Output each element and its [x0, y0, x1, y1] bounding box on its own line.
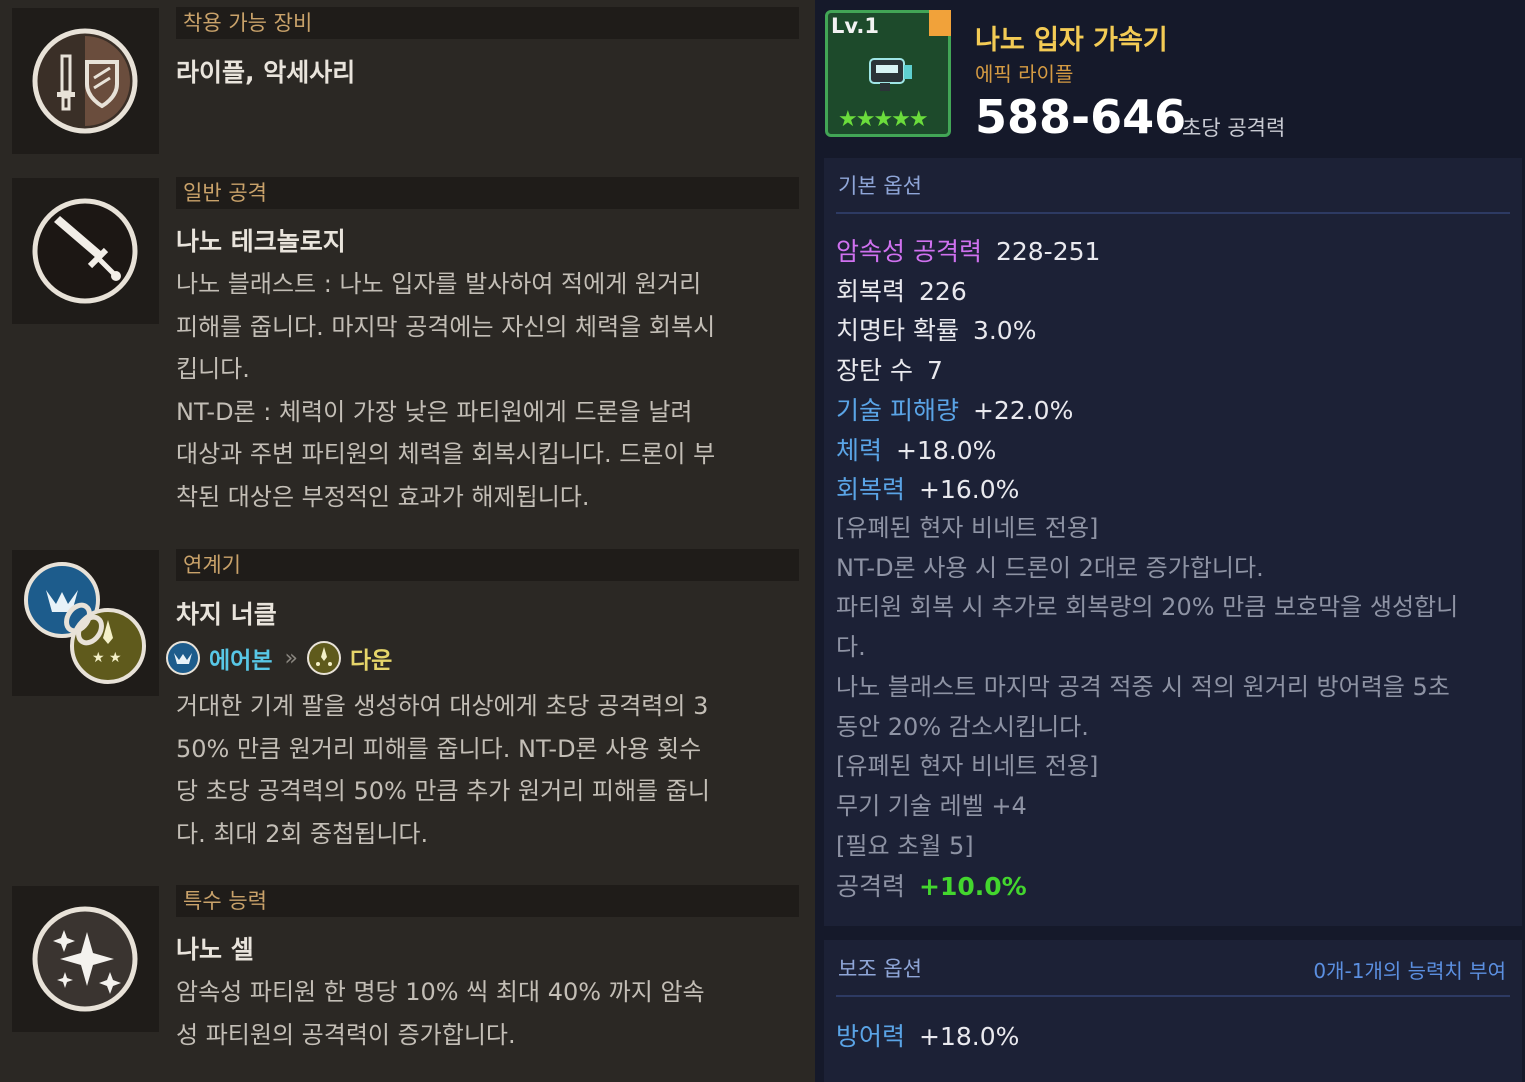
star-rating: ★★★★★: [838, 107, 929, 132]
stat-row: 장탄 수 7: [836, 351, 943, 387]
desc-line: 당 초당 공격력의 50% 만큼 추가 원거리 피해를 줍니: [176, 777, 710, 805]
desc-line: 암속성 파티원 한 명당 10% 씩 최대 40% 까지 암속: [176, 978, 705, 1006]
sparkle-icon: [32, 906, 138, 1012]
note-line: 동안 20% 감소시킵니다.: [836, 712, 1089, 741]
divider: [836, 212, 1510, 214]
desc-line: 성 파티원의 공격력이 증가합니다.: [176, 1020, 516, 1049]
normal-attack-description: 나노 블래스트 : 나노 입자를 발사하여 적에게 원거리 피해를 줍니다. 마…: [176, 263, 776, 518]
chain-description: 거대한 기계 팔을 생성하여 대상에게 초당 공격력의 3 50% 만큼 원거리…: [176, 685, 776, 855]
stat-value: +10.0%: [919, 872, 1027, 901]
stat-key: 회복력: [836, 276, 906, 306]
desc-line: 50% 만큼 원거리 피해를 줍니다. NT-D론 사용 횟수: [176, 734, 702, 763]
normal-attack-icon-box: [12, 178, 159, 324]
equip-header: 착용 가능 장비: [176, 7, 799, 39]
skill-panel: 착용 가능 장비 라이플, 악세사리 일반 공격 나노 테크놀로지 나노 블래스…: [0, 0, 815, 1082]
basic-options-box: 기본 옵션 암속성 공격력 228-251 회복력 226 치명타 확률 3.0% 장탄 수…: [824, 158, 1522, 926]
item-level: Lv.1: [831, 14, 879, 38]
desc-line: 나노 블래스트 : 나노 입자를 발사하여 적에게 원거리: [176, 270, 702, 298]
sub-options-info: 0개-1개의 능력치 부여: [1313, 959, 1506, 983]
airborne-icon: [166, 641, 200, 675]
rifle-icon: [869, 58, 912, 91]
stat-row: 회복력 +16.0%: [836, 470, 1019, 506]
stat-key: 체력: [836, 435, 883, 465]
stat-value: 7: [926, 356, 943, 386]
item-name: 나노 입자 가속기: [975, 25, 1168, 56]
attack-bonus-stat: 공격력 +10.0%: [836, 867, 1027, 903]
desc-line: 거대한 기계 팔을 생성하여 대상에게 초당 공격력의 3: [176, 692, 709, 720]
dps-label: 초당 공격력: [1182, 116, 1286, 140]
desc-line: NT-D론 : 체력이 가장 낮은 파티원에게 드론을 날려: [176, 397, 693, 426]
stat-value: +18.0%: [919, 1022, 1020, 1051]
special-title: 나노 셀: [176, 935, 254, 964]
stat-key: 방어력: [836, 1022, 906, 1051]
stat-value: 3.0%: [972, 316, 1037, 346]
equip-title: 라이플, 악세사리: [176, 58, 356, 87]
stat-key: 장탄 수: [836, 356, 913, 386]
stat-key: 공격력: [836, 872, 906, 901]
item-type: 에픽 라이플: [975, 62, 1074, 86]
sword-shield-icon: [32, 28, 138, 134]
desc-line: 착된 대상은 부정적인 효과가 해제됩니다.: [176, 482, 590, 511]
special-description: 암속성 파티원 한 명당 10% 씩 최대 40% 까지 암속 성 파티원의 공…: [176, 971, 776, 1056]
stat-key: 회복력: [836, 475, 906, 505]
equip-icon-box: [12, 8, 159, 154]
normal-attack-title: 나노 테크놀로지: [176, 227, 346, 256]
sword-icon: [32, 198, 138, 304]
chain-header: 연계기: [176, 549, 799, 581]
stat-row: 치명타 확률 3.0%: [836, 311, 1036, 347]
stat-row: 암속성 공격력 228-251: [836, 232, 1100, 268]
chain-icon-box: ★ ★: [12, 550, 159, 696]
note-line: 무기 기술 레벨 +4: [836, 791, 1027, 820]
stat-key: 치명타 확률: [836, 316, 959, 346]
bookmark-icon: [929, 10, 951, 36]
desc-line: 킵니다.: [176, 355, 250, 383]
item-thumbnail[interactable]: Lv.1 ★★★★★: [825, 10, 951, 137]
sub-options-header: 보조 옵션: [838, 957, 922, 981]
note-line: 나노 블래스트 마지막 공격 적중 시 적의 원거리 방어력을 5초: [836, 672, 1450, 701]
stat-value: +18.0%: [896, 435, 997, 465]
note-line: [필요 초월 5]: [836, 831, 974, 860]
note-line: [유폐된 현자 비네트 전용]: [836, 514, 1099, 542]
note-line: 다.: [836, 633, 866, 662]
down-icon: [306, 641, 341, 675]
chain-from-label: 에어본: [209, 648, 273, 674]
sub-options-box: 보조 옵션 0개-1개의 능력치 부여 방어력 +18.0%: [824, 940, 1522, 1082]
stat-row: 체력 +18.0%: [836, 431, 996, 467]
normal-attack-header: 일반 공격: [176, 177, 799, 209]
chain-title: 차지 너클: [176, 600, 277, 629]
dps-value: 588-646: [975, 90, 1187, 144]
desc-line: 대상과 주변 파티원의 체력을 회복시킵니다. 드론이 부: [176, 440, 716, 468]
special-header: 특수 능력: [176, 885, 799, 917]
stat-key: 암속성 공격력: [836, 237, 982, 266]
basic-options-header: 기본 옵션: [838, 174, 922, 198]
svg-text:★ ★: ★ ★: [92, 650, 122, 666]
desc-line: 피해를 줍니다. 마지막 공격에는 자신의 체력을 회복시: [176, 312, 716, 341]
stat-value: +22.0%: [972, 395, 1074, 425]
stat-key: 기술 피해량: [836, 395, 959, 425]
chain-sequence: 에어본 » 다운: [165, 638, 392, 678]
stat-row: 기술 피해량 +22.0%: [836, 391, 1073, 427]
chain-arrow-icon: »: [284, 645, 298, 671]
stat-value: 226: [919, 276, 967, 306]
chain-to-label: 다운: [349, 648, 393, 674]
defense-stat: 방어력 +18.0%: [836, 1017, 1019, 1053]
special-icon-box: [12, 886, 159, 1032]
stat-value: 228-251: [995, 237, 1101, 266]
stat-value: +16.0%: [919, 475, 1020, 505]
note-line: NT-D론 사용 시 드론이 2대로 증가합니다.: [836, 553, 1264, 582]
desc-line: 다. 최대 2회 중첩됩니다.: [176, 819, 429, 848]
stat-row: 회복력 226: [836, 272, 967, 308]
note-line: 파티원 회복 시 추가로 회복량의 20% 만큼 보호막을 생성합니: [836, 593, 1459, 622]
note-line: [유폐된 현자 비네트 전용]: [836, 752, 1099, 781]
divider: [836, 995, 1510, 997]
chain-link-icon: ★ ★: [24, 562, 146, 684]
